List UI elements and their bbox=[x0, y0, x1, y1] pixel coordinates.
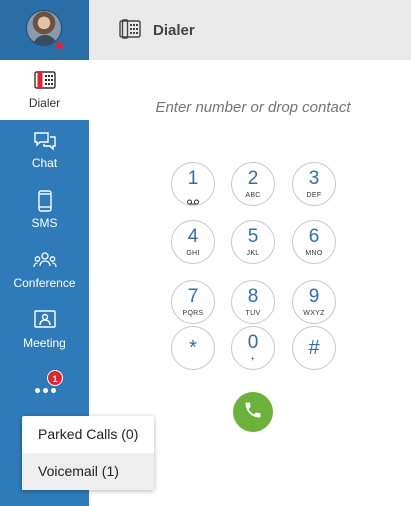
notification-badge: 1 bbox=[47, 370, 63, 386]
call-button[interactable] bbox=[233, 392, 273, 432]
profile-area[interactable] bbox=[0, 0, 89, 60]
dialer-icon bbox=[0, 70, 89, 92]
keypad-key-hash[interactable]: # bbox=[292, 326, 336, 370]
more-menu: Parked Calls (0) Voicemail (1) bbox=[22, 416, 154, 490]
sidebar-item-dialer[interactable]: Dialer bbox=[0, 60, 89, 120]
sidebar-item-conference[interactable]: Conference bbox=[0, 240, 89, 300]
chat-icon bbox=[0, 130, 89, 152]
sidebar-item-label: Dialer bbox=[28, 96, 61, 110]
page-title: Dialer bbox=[153, 22, 195, 39]
keypad-key-3[interactable]: 3 DEF bbox=[292, 162, 336, 206]
menu-item-voicemail[interactable]: Voicemail (1) bbox=[22, 453, 154, 490]
menu-item-parked-calls[interactable]: Parked Calls (0) bbox=[22, 416, 154, 453]
page-header: Dialer bbox=[89, 0, 411, 60]
keypad-key-star[interactable]: * bbox=[171, 326, 215, 370]
voicemail-icon bbox=[187, 192, 199, 210]
meeting-icon bbox=[0, 310, 89, 332]
sidebar-item-label: SMS bbox=[31, 216, 58, 230]
keypad-key-9[interactable]: 9 WXYZ bbox=[292, 280, 336, 324]
keypad-key-0[interactable]: 0 + bbox=[231, 326, 275, 370]
keypad-key-8[interactable]: 8 TUV bbox=[231, 280, 275, 324]
keypad-key-4[interactable]: 4 GHI bbox=[171, 220, 215, 264]
keypad-key-6[interactable]: 6 MNO bbox=[292, 220, 336, 264]
keypad-key-2[interactable]: 2 ABC bbox=[231, 162, 275, 206]
sidebar-item-meeting[interactable]: Meeting bbox=[0, 300, 89, 360]
sidebar-item-label: Meeting bbox=[23, 336, 66, 350]
presence-status-dot bbox=[54, 40, 65, 51]
sidebar-item-chat[interactable]: Chat bbox=[0, 120, 89, 180]
sidebar-item-sms[interactable]: SMS bbox=[0, 180, 89, 240]
number-input[interactable] bbox=[150, 98, 356, 142]
keypad-key-5[interactable]: 5 JKL bbox=[231, 220, 275, 264]
keypad-key-1[interactable]: 1 bbox=[171, 162, 215, 206]
conference-icon bbox=[0, 250, 89, 272]
sms-icon bbox=[0, 190, 89, 212]
sidebar-item-label: Chat bbox=[31, 156, 58, 170]
dialer-icon bbox=[119, 19, 141, 44]
sidebar-item-label: Conference bbox=[13, 276, 76, 290]
phone-icon bbox=[243, 400, 263, 425]
keypad-key-7[interactable]: 7 PQRS bbox=[171, 280, 215, 324]
